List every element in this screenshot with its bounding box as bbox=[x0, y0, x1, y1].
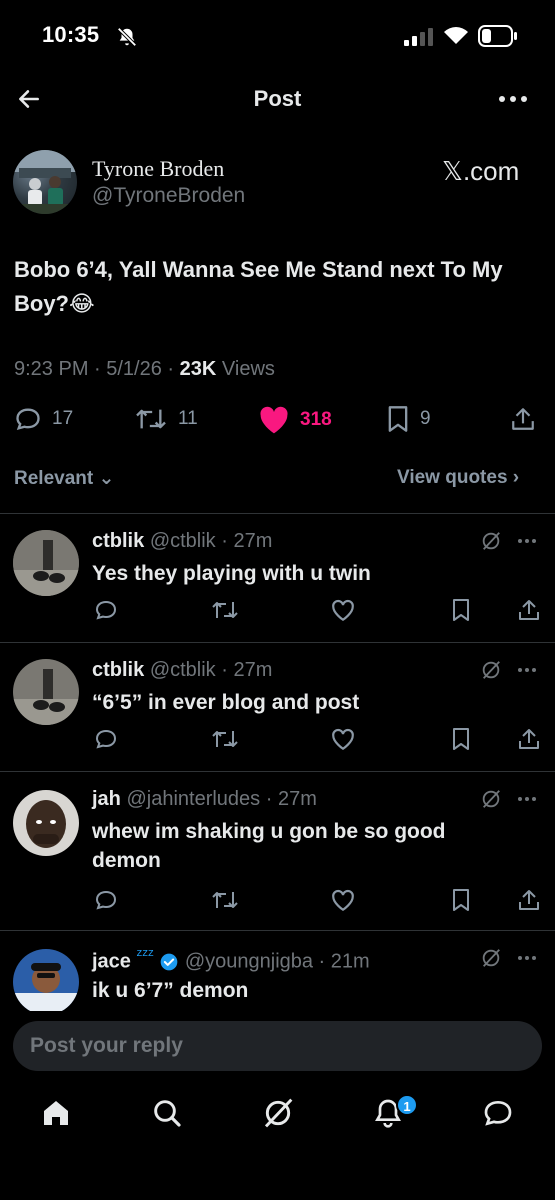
bookmark-icon bbox=[388, 406, 408, 432]
bookmark-icon[interactable] bbox=[451, 598, 471, 622]
share-icon[interactable] bbox=[517, 727, 541, 751]
status-time: 10:35 bbox=[42, 22, 100, 47]
reply-action-button[interactable]: 17 bbox=[14, 405, 73, 433]
bookmark-action-button[interactable]: 9 bbox=[386, 405, 431, 433]
bookmark-count: 9 bbox=[420, 408, 431, 429]
heart-icon[interactable] bbox=[330, 888, 356, 912]
reply-author-name[interactable]: jace bbox=[92, 951, 131, 973]
reply-icon[interactable] bbox=[94, 727, 118, 751]
more-options-icon[interactable] bbox=[517, 955, 537, 961]
search-icon[interactable] bbox=[151, 1097, 183, 1129]
heart-icon[interactable] bbox=[330, 598, 356, 622]
heart-icon[interactable] bbox=[330, 727, 356, 751]
avatar[interactable] bbox=[13, 790, 79, 856]
share-icon[interactable] bbox=[517, 888, 541, 912]
author-avatar[interactable] bbox=[13, 150, 77, 214]
like-action-button[interactable]: 318 bbox=[258, 405, 332, 435]
reply-item[interactable]: jace ᶻᶻᶻ @youngnjigba · 21m ik u 6’7” de… bbox=[0, 931, 555, 1011]
post-text: Bobo 6’4, Yall Wanna See Me Stand next T… bbox=[14, 257, 503, 316]
reply-count: 17 bbox=[52, 408, 74, 429]
bookmark-icon[interactable] bbox=[451, 727, 471, 751]
reply-icon[interactable] bbox=[94, 888, 118, 912]
reply-text: whew im shaking u gon be so good demon bbox=[92, 820, 446, 872]
repost-icon[interactable] bbox=[210, 888, 240, 912]
reply-author-line: ctblik @ctblik · 27m bbox=[92, 530, 272, 553]
wifi-icon bbox=[442, 24, 470, 46]
author-handle[interactable]: @TyroneBroden bbox=[92, 184, 245, 208]
views-label: Views bbox=[216, 358, 275, 380]
share-icon[interactable] bbox=[517, 598, 541, 622]
repost-icon bbox=[136, 409, 166, 429]
page-title: Post bbox=[253, 86, 302, 111]
cellular-signal-icon bbox=[404, 28, 434, 46]
post-timestamp: 9:23 PM · 5/1/26 · bbox=[14, 358, 180, 380]
avatar[interactable] bbox=[13, 659, 79, 725]
more-options-icon[interactable] bbox=[517, 538, 537, 544]
author-name[interactable]: Tyrone Broden bbox=[92, 156, 224, 182]
reply-item[interactable]: jah @jahinterludes · 27m whew im shaking… bbox=[0, 772, 555, 930]
reply-author-name[interactable]: ctblik bbox=[92, 530, 144, 552]
views-count[interactable]: 23K bbox=[180, 358, 217, 380]
repost-count: 11 bbox=[178, 408, 198, 429]
reply-author-handle[interactable]: @ctblik · 27m bbox=[150, 659, 273, 681]
post-meta: 9:23 PM · 5/1/26 · 23K Views bbox=[14, 358, 275, 381]
reply-author-name[interactable]: jah bbox=[92, 788, 121, 810]
bell-off-icon bbox=[116, 26, 138, 48]
view-quotes-link[interactable]: View quotes › bbox=[397, 467, 519, 489]
repost-icon[interactable] bbox=[210, 727, 240, 751]
reply-author-line: jace ᶻᶻᶻ @youngnjigba · 21m bbox=[92, 947, 370, 974]
repost-icon[interactable] bbox=[210, 598, 240, 622]
more-options-icon[interactable] bbox=[517, 667, 537, 673]
reply-author-name[interactable]: ctblik bbox=[92, 659, 144, 681]
more-options-icon[interactable] bbox=[517, 796, 537, 802]
avatar[interactable] bbox=[13, 530, 79, 596]
grok-nav-icon[interactable] bbox=[262, 1097, 294, 1129]
reply-author-handle[interactable]: @youngnjigba · 21m bbox=[185, 951, 370, 973]
notification-count-badge: 1 bbox=[396, 1094, 418, 1116]
reply-icon bbox=[16, 408, 40, 431]
reply-text: Yes they playing with u twin bbox=[92, 562, 371, 585]
reply-author-line: ctblik @ctblik · 27m bbox=[92, 659, 272, 682]
verified-badge-icon bbox=[159, 952, 179, 972]
source-label: 𝕏.com bbox=[442, 156, 520, 186]
share-action-button[interactable] bbox=[510, 405, 536, 433]
reply-author-handle[interactable]: @ctblik · 27m bbox=[150, 530, 273, 552]
reply-text: ik u 6’7” demon bbox=[92, 979, 249, 1002]
grok-icon[interactable] bbox=[480, 530, 502, 552]
reply-item[interactable]: ctblik @ctblik · 27m Yes they playing wi… bbox=[0, 514, 555, 642]
grok-icon[interactable] bbox=[480, 947, 502, 969]
battery-icon bbox=[478, 25, 518, 47]
more-options-icon[interactable] bbox=[498, 94, 528, 104]
share-icon bbox=[512, 408, 534, 430]
bookmark-icon[interactable] bbox=[451, 888, 471, 912]
reply-author-line: jah @jahinterludes · 27m bbox=[92, 788, 317, 811]
messages-icon[interactable] bbox=[482, 1097, 514, 1129]
sort-replies-dropdown[interactable]: Relevant ⌄ bbox=[14, 467, 114, 490]
heart-filled-icon bbox=[260, 406, 288, 434]
reply-item[interactable]: ctblik @ctblik · 27m “6’5” in ever blog … bbox=[0, 643, 555, 771]
repost-action-button[interactable]: 11 bbox=[134, 405, 198, 433]
reply-author-handle[interactable]: @jahinterludes · 27m bbox=[126, 788, 316, 810]
reply-author-emoji: ᶻᶻᶻ bbox=[136, 947, 154, 964]
reply-input-placeholder[interactable]: Post your reply bbox=[30, 1034, 183, 1058]
avatar[interactable] bbox=[13, 949, 79, 1011]
grok-icon[interactable] bbox=[480, 788, 502, 810]
reply-text: “6’5” in ever blog and post bbox=[92, 691, 360, 714]
home-icon[interactable] bbox=[40, 1097, 72, 1129]
reply-icon[interactable] bbox=[94, 598, 118, 622]
like-count: 318 bbox=[300, 409, 332, 430]
grok-icon[interactable] bbox=[480, 659, 502, 681]
